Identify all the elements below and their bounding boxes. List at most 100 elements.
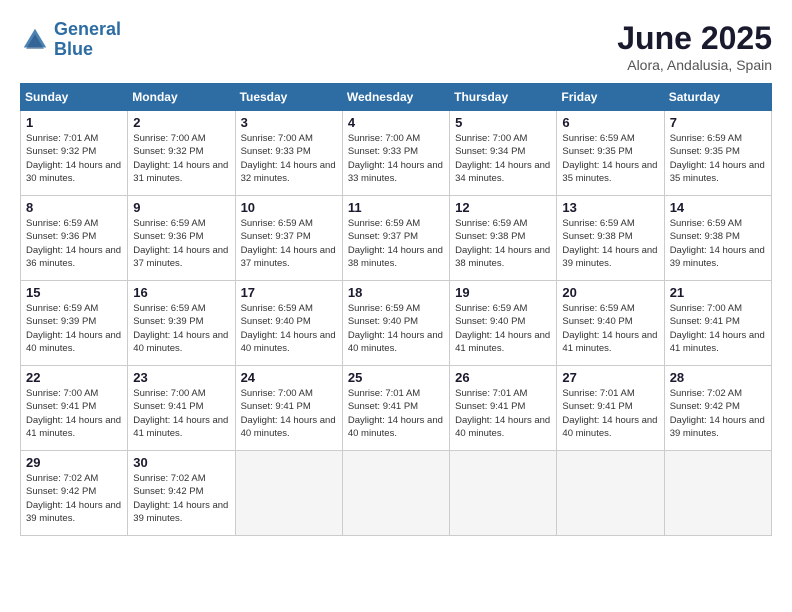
- day-info: Sunrise: 6:59 AM Sunset: 9:39 PM Dayligh…: [133, 302, 229, 355]
- day-number: 10: [241, 200, 337, 215]
- calendar-cell: 29 Sunrise: 7:02 AM Sunset: 9:42 PM Dayl…: [21, 451, 128, 536]
- day-info: Sunrise: 6:59 AM Sunset: 9:37 PM Dayligh…: [348, 217, 444, 270]
- day-info: Sunrise: 6:59 AM Sunset: 9:36 PM Dayligh…: [26, 217, 122, 270]
- calendar-week-5: 29 Sunrise: 7:02 AM Sunset: 9:42 PM Dayl…: [21, 451, 772, 536]
- day-number: 2: [133, 115, 229, 130]
- day-number: 3: [241, 115, 337, 130]
- day-info: Sunrise: 6:59 AM Sunset: 9:37 PM Dayligh…: [241, 217, 337, 270]
- day-number: 25: [348, 370, 444, 385]
- day-number: 4: [348, 115, 444, 130]
- day-number: 20: [562, 285, 658, 300]
- calendar-cell: 14 Sunrise: 6:59 AM Sunset: 9:38 PM Dayl…: [664, 196, 771, 281]
- calendar-week-2: 8 Sunrise: 6:59 AM Sunset: 9:36 PM Dayli…: [21, 196, 772, 281]
- day-info: Sunrise: 6:59 AM Sunset: 9:40 PM Dayligh…: [348, 302, 444, 355]
- logo-text: General Blue: [54, 20, 121, 60]
- day-info: Sunrise: 6:59 AM Sunset: 9:39 PM Dayligh…: [26, 302, 122, 355]
- day-number: 5: [455, 115, 551, 130]
- calendar-cell: 6 Sunrise: 6:59 AM Sunset: 9:35 PM Dayli…: [557, 111, 664, 196]
- logo-icon: [20, 25, 50, 55]
- calendar-cell: 17 Sunrise: 6:59 AM Sunset: 9:40 PM Dayl…: [235, 281, 342, 366]
- day-header-friday: Friday: [557, 84, 664, 111]
- day-info: Sunrise: 6:59 AM Sunset: 9:35 PM Dayligh…: [670, 132, 766, 185]
- calendar-cell: 4 Sunrise: 7:00 AM Sunset: 9:33 PM Dayli…: [342, 111, 449, 196]
- day-info: Sunrise: 7:02 AM Sunset: 9:42 PM Dayligh…: [670, 387, 766, 440]
- day-info: Sunrise: 6:59 AM Sunset: 9:40 PM Dayligh…: [455, 302, 551, 355]
- calendar-cell: [557, 451, 664, 536]
- day-number: 23: [133, 370, 229, 385]
- day-number: 19: [455, 285, 551, 300]
- day-info: Sunrise: 6:59 AM Sunset: 9:38 PM Dayligh…: [670, 217, 766, 270]
- calendar-header: SundayMondayTuesdayWednesdayThursdayFrid…: [21, 84, 772, 111]
- day-info: Sunrise: 7:00 AM Sunset: 9:34 PM Dayligh…: [455, 132, 551, 185]
- title-area: June 2025 Alora, Andalusia, Spain: [617, 20, 772, 73]
- calendar-cell: 9 Sunrise: 6:59 AM Sunset: 9:36 PM Dayli…: [128, 196, 235, 281]
- day-number: 12: [455, 200, 551, 215]
- calendar-cell: 1 Sunrise: 7:01 AM Sunset: 9:32 PM Dayli…: [21, 111, 128, 196]
- calendar-cell: 7 Sunrise: 6:59 AM Sunset: 9:35 PM Dayli…: [664, 111, 771, 196]
- day-info: Sunrise: 7:00 AM Sunset: 9:41 PM Dayligh…: [133, 387, 229, 440]
- calendar-cell: 22 Sunrise: 7:00 AM Sunset: 9:41 PM Dayl…: [21, 366, 128, 451]
- calendar-cell: 21 Sunrise: 7:00 AM Sunset: 9:41 PM Dayl…: [664, 281, 771, 366]
- day-number: 29: [26, 455, 122, 470]
- calendar-cell: 16 Sunrise: 6:59 AM Sunset: 9:39 PM Dayl…: [128, 281, 235, 366]
- day-info: Sunrise: 6:59 AM Sunset: 9:40 PM Dayligh…: [562, 302, 658, 355]
- day-number: 9: [133, 200, 229, 215]
- calendar-cell: 13 Sunrise: 6:59 AM Sunset: 9:38 PM Dayl…: [557, 196, 664, 281]
- day-info: Sunrise: 7:00 AM Sunset: 9:32 PM Dayligh…: [133, 132, 229, 185]
- calendar-cell: 20 Sunrise: 6:59 AM Sunset: 9:40 PM Dayl…: [557, 281, 664, 366]
- day-info: Sunrise: 6:59 AM Sunset: 9:38 PM Dayligh…: [562, 217, 658, 270]
- day-number: 15: [26, 285, 122, 300]
- month-title: June 2025: [617, 20, 772, 57]
- day-info: Sunrise: 7:01 AM Sunset: 9:41 PM Dayligh…: [455, 387, 551, 440]
- calendar-cell: 25 Sunrise: 7:01 AM Sunset: 9:41 PM Dayl…: [342, 366, 449, 451]
- day-info: Sunrise: 7:01 AM Sunset: 9:41 PM Dayligh…: [562, 387, 658, 440]
- logo-line2: Blue: [54, 39, 93, 59]
- day-number: 16: [133, 285, 229, 300]
- calendar-cell: 5 Sunrise: 7:00 AM Sunset: 9:34 PM Dayli…: [450, 111, 557, 196]
- location-title: Alora, Andalusia, Spain: [617, 57, 772, 73]
- calendar-cell: [450, 451, 557, 536]
- calendar-week-3: 15 Sunrise: 6:59 AM Sunset: 9:39 PM Dayl…: [21, 281, 772, 366]
- day-number: 27: [562, 370, 658, 385]
- calendar-cell: 10 Sunrise: 6:59 AM Sunset: 9:37 PM Dayl…: [235, 196, 342, 281]
- day-info: Sunrise: 7:00 AM Sunset: 9:41 PM Dayligh…: [26, 387, 122, 440]
- calendar-cell: [342, 451, 449, 536]
- calendar-cell: 23 Sunrise: 7:00 AM Sunset: 9:41 PM Dayl…: [128, 366, 235, 451]
- day-info: Sunrise: 7:02 AM Sunset: 9:42 PM Dayligh…: [133, 472, 229, 525]
- calendar-cell: 18 Sunrise: 6:59 AM Sunset: 9:40 PM Dayl…: [342, 281, 449, 366]
- day-info: Sunrise: 6:59 AM Sunset: 9:36 PM Dayligh…: [133, 217, 229, 270]
- day-number: 17: [241, 285, 337, 300]
- day-header-saturday: Saturday: [664, 84, 771, 111]
- day-number: 7: [670, 115, 766, 130]
- calendar-cell: [664, 451, 771, 536]
- day-number: 22: [26, 370, 122, 385]
- day-number: 18: [348, 285, 444, 300]
- calendar-cell: 19 Sunrise: 6:59 AM Sunset: 9:40 PM Dayl…: [450, 281, 557, 366]
- calendar-cell: 15 Sunrise: 6:59 AM Sunset: 9:39 PM Dayl…: [21, 281, 128, 366]
- day-info: Sunrise: 6:59 AM Sunset: 9:35 PM Dayligh…: [562, 132, 658, 185]
- logo-line1: General: [54, 19, 121, 39]
- day-number: 28: [670, 370, 766, 385]
- calendar-week-1: 1 Sunrise: 7:01 AM Sunset: 9:32 PM Dayli…: [21, 111, 772, 196]
- calendar-cell: 26 Sunrise: 7:01 AM Sunset: 9:41 PM Dayl…: [450, 366, 557, 451]
- day-number: 13: [562, 200, 658, 215]
- calendar-cell: 11 Sunrise: 6:59 AM Sunset: 9:37 PM Dayl…: [342, 196, 449, 281]
- day-header-sunday: Sunday: [21, 84, 128, 111]
- day-info: Sunrise: 7:00 AM Sunset: 9:33 PM Dayligh…: [241, 132, 337, 185]
- calendar-week-4: 22 Sunrise: 7:00 AM Sunset: 9:41 PM Dayl…: [21, 366, 772, 451]
- day-number: 26: [455, 370, 551, 385]
- day-header-monday: Monday: [128, 84, 235, 111]
- calendar: SundayMondayTuesdayWednesdayThursdayFrid…: [20, 83, 772, 536]
- day-info: Sunrise: 7:00 AM Sunset: 9:41 PM Dayligh…: [241, 387, 337, 440]
- calendar-cell: 2 Sunrise: 7:00 AM Sunset: 9:32 PM Dayli…: [128, 111, 235, 196]
- calendar-cell: 3 Sunrise: 7:00 AM Sunset: 9:33 PM Dayli…: [235, 111, 342, 196]
- day-info: Sunrise: 6:59 AM Sunset: 9:40 PM Dayligh…: [241, 302, 337, 355]
- day-number: 14: [670, 200, 766, 215]
- day-number: 6: [562, 115, 658, 130]
- calendar-cell: 30 Sunrise: 7:02 AM Sunset: 9:42 PM Dayl…: [128, 451, 235, 536]
- calendar-cell: 12 Sunrise: 6:59 AM Sunset: 9:38 PM Dayl…: [450, 196, 557, 281]
- calendar-cell: 28 Sunrise: 7:02 AM Sunset: 9:42 PM Dayl…: [664, 366, 771, 451]
- day-info: Sunrise: 7:00 AM Sunset: 9:33 PM Dayligh…: [348, 132, 444, 185]
- day-number: 21: [670, 285, 766, 300]
- day-number: 30: [133, 455, 229, 470]
